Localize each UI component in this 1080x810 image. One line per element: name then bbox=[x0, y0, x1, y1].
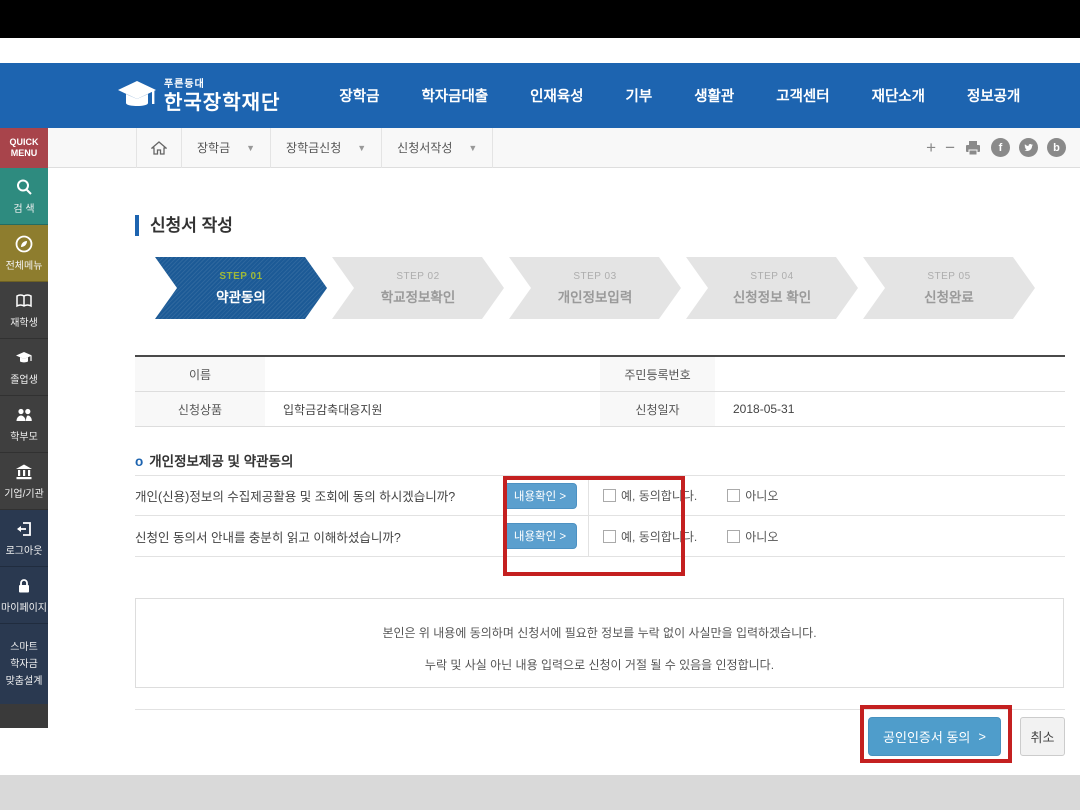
parents-icon bbox=[14, 405, 34, 425]
view-content-button[interactable]: 내용확인 > bbox=[503, 483, 577, 509]
checkbox-yes[interactable] bbox=[603, 489, 616, 502]
sidebar-item-logout[interactable]: 로그아웃 bbox=[0, 510, 48, 567]
step-03-personal-info: STEP 03 개인정보입력 bbox=[509, 257, 681, 319]
checkbox-yes[interactable] bbox=[603, 530, 616, 543]
cancel-button[interactable]: 취소 bbox=[1020, 717, 1065, 756]
main-content: 신청서 작성 STEP 01 약관동의 STEP 02 학교정보확인 STEP … bbox=[48, 168, 1080, 775]
graduation-cap-icon bbox=[14, 348, 34, 368]
nav-customer-center[interactable]: 고객센터 bbox=[755, 63, 850, 128]
chevron-down-icon: ▼ bbox=[246, 143, 255, 153]
search-icon bbox=[14, 177, 34, 197]
agreement-question: 신청인 동의서 안내를 충분히 읽고 이해하셨습니까? bbox=[135, 527, 503, 546]
top-black-bar bbox=[0, 0, 1080, 38]
breadcrumb-scholarship[interactable]: 장학금 ▼ bbox=[182, 128, 271, 168]
product-label: 신청상품 bbox=[135, 392, 265, 426]
agree-no-option[interactable]: 아니오 bbox=[727, 487, 778, 504]
checkbox-no[interactable] bbox=[727, 530, 740, 543]
chevron-right-icon: > bbox=[978, 729, 986, 744]
nav-donation[interactable]: 기부 bbox=[605, 63, 674, 128]
declaration-box: 본인은 위 내용에 동의하며 신청서에 필요한 정보를 누락 없이 사실만을 입… bbox=[135, 598, 1064, 688]
graduation-cap-logo-icon bbox=[116, 79, 158, 113]
sidebar-footer-stub bbox=[0, 704, 48, 728]
agreement-row-privacy: 개인(신용)정보의 수집제공활용 및 조회에 동의 하시겠습니까? 내용확인 >… bbox=[135, 475, 1065, 516]
nav-student-loan[interactable]: 학자금대출 bbox=[400, 63, 509, 128]
sidebar-item-enrolled-student[interactable]: 재학생 bbox=[0, 282, 48, 339]
date-label: 신청일자 bbox=[600, 392, 715, 426]
certificate-agree-button[interactable]: 공인인증서 동의 > bbox=[868, 717, 1001, 756]
agree-yes-option[interactable]: 예, 동의합니다. bbox=[603, 528, 697, 545]
nav-about[interactable]: 재단소개 bbox=[851, 63, 946, 128]
page-title: 신청서 작성 bbox=[135, 215, 233, 236]
home-icon bbox=[151, 140, 167, 156]
agreement-choices: 예, 동의합니다. 아니오 bbox=[588, 516, 778, 556]
step-04-confirm-info: STEP 04 신청정보 확인 bbox=[686, 257, 858, 319]
step-01-terms-agreement: STEP 01 약관동의 bbox=[155, 257, 327, 319]
page-tools: + − f b bbox=[926, 138, 1066, 157]
rrn-label: 주민등록번호 bbox=[600, 357, 715, 391]
breadcrumb-application-form[interactable]: 신청서작성 ▼ bbox=[382, 128, 493, 168]
footer-bar bbox=[0, 775, 1080, 810]
quick-menu-header: QUICK MENU bbox=[0, 128, 48, 168]
chevron-down-icon: ▼ bbox=[468, 143, 477, 153]
date-value: 2018-05-31 bbox=[715, 392, 1065, 426]
book-icon bbox=[14, 291, 34, 311]
twitter-icon[interactable] bbox=[1019, 138, 1038, 157]
step-indicator: STEP 01 약관동의 STEP 02 학교정보확인 STEP 03 개인정보… bbox=[155, 257, 1035, 319]
divider bbox=[135, 709, 1065, 710]
checkbox-no[interactable] bbox=[727, 489, 740, 502]
nav-talent[interactable]: 인재육성 bbox=[509, 63, 604, 128]
table-row: 이름 주민등록번호 bbox=[135, 357, 1065, 392]
site-header: 푸른등대 한국장학재단 장학금 학자금대출 인재육성 기부 생활관 고객센터 재… bbox=[0, 63, 1080, 128]
blog-icon[interactable]: b bbox=[1047, 138, 1066, 157]
font-zoom-in-button[interactable]: + bbox=[926, 139, 936, 156]
breadcrumb: 장학금 ▼ 장학금신청 ▼ 신청서작성 ▼ + − f b bbox=[48, 128, 1080, 168]
nav-scholarship[interactable]: 장학금 bbox=[318, 63, 400, 128]
name-label: 이름 bbox=[135, 357, 265, 391]
breadcrumb-scholarship-apply[interactable]: 장학금신청 ▼ bbox=[271, 128, 382, 168]
declaration-line-1: 본인은 위 내용에 동의하며 신청서에 필요한 정보를 누락 없이 사실만을 입… bbox=[136, 624, 1063, 641]
agreement-choices: 예, 동의합니다. 아니오 bbox=[588, 476, 778, 515]
logout-icon bbox=[14, 519, 34, 539]
sidebar-item-smart-aid-planner[interactable]: 스마트 학자금 맞춤설계 bbox=[0, 624, 48, 704]
agree-no-option[interactable]: 아니오 bbox=[727, 528, 778, 545]
print-icon[interactable] bbox=[964, 139, 982, 157]
logo-subtitle: 푸른등대 bbox=[164, 80, 280, 90]
applicant-info-table: 이름 주민등록번호 신청상품 입학금감축대응지원 신청일자 2018-05-31 bbox=[135, 355, 1065, 427]
sidebar-item-graduate[interactable]: 졸업생 bbox=[0, 339, 48, 396]
name-value bbox=[265, 357, 600, 391]
lock-icon bbox=[14, 576, 34, 596]
sidebar-item-all-menu[interactable]: 전체메뉴 bbox=[0, 225, 48, 282]
bank-icon bbox=[14, 462, 34, 482]
facebook-icon[interactable]: f bbox=[991, 138, 1010, 157]
quick-menu-sidebar: QUICK MENU 검 색 전체메뉴 재학생 졸업생 학부모 기업/기관 로그… bbox=[0, 128, 48, 728]
table-row: 신청상품 입학금감축대응지원 신청일자 2018-05-31 bbox=[135, 392, 1065, 427]
view-content-button[interactable]: 내용확인 > bbox=[503, 523, 577, 549]
bullet-icon: o bbox=[135, 454, 143, 469]
step-02-school-info: STEP 02 학교정보확인 bbox=[332, 257, 504, 319]
chevron-down-icon: ▼ bbox=[357, 143, 366, 153]
agreement-table: 개인(신용)정보의 수집제공활용 및 조회에 동의 하시겠습니까? 내용확인 >… bbox=[135, 475, 1065, 557]
main-nav: 장학금 학자금대출 인재육성 기부 생활관 고객센터 재단소개 정보공개 bbox=[318, 63, 1041, 128]
font-zoom-out-button[interactable]: − bbox=[945, 139, 955, 156]
agreement-section-title: o개인정보제공 및 약관동의 bbox=[135, 450, 293, 470]
product-value: 입학금감축대응지원 bbox=[265, 392, 600, 426]
compass-icon bbox=[14, 234, 34, 254]
declaration-line-2: 누락 및 사실 아닌 내용 입력으로 신청이 거절 될 수 있음을 인정합니다. bbox=[136, 656, 1063, 673]
sidebar-item-mypage[interactable]: 마이페이지 bbox=[0, 567, 48, 624]
nav-dormitory[interactable]: 생활관 bbox=[673, 63, 755, 128]
nav-info-disclosure[interactable]: 정보공개 bbox=[946, 63, 1041, 128]
agree-yes-option[interactable]: 예, 동의합니다. bbox=[603, 487, 697, 504]
sidebar-item-corporation[interactable]: 기업/기관 bbox=[0, 453, 48, 510]
agreement-row-guide: 신청인 동의서 안내를 충분히 읽고 이해하셨습니까? 내용확인 > 예, 동의… bbox=[135, 516, 1065, 557]
home-button[interactable] bbox=[136, 128, 182, 168]
logo-title: 한국장학재단 bbox=[164, 93, 280, 113]
step-05-complete: STEP 05 신청완료 bbox=[863, 257, 1035, 319]
rrn-value bbox=[715, 357, 1065, 391]
agreement-question: 개인(신용)정보의 수집제공활용 및 조회에 동의 하시겠습니까? bbox=[135, 486, 503, 505]
sidebar-item-parents[interactable]: 학부모 bbox=[0, 396, 48, 453]
sidebar-item-search[interactable]: 검 색 bbox=[0, 168, 48, 225]
site-logo[interactable]: 푸른등대 한국장학재단 bbox=[116, 79, 280, 113]
